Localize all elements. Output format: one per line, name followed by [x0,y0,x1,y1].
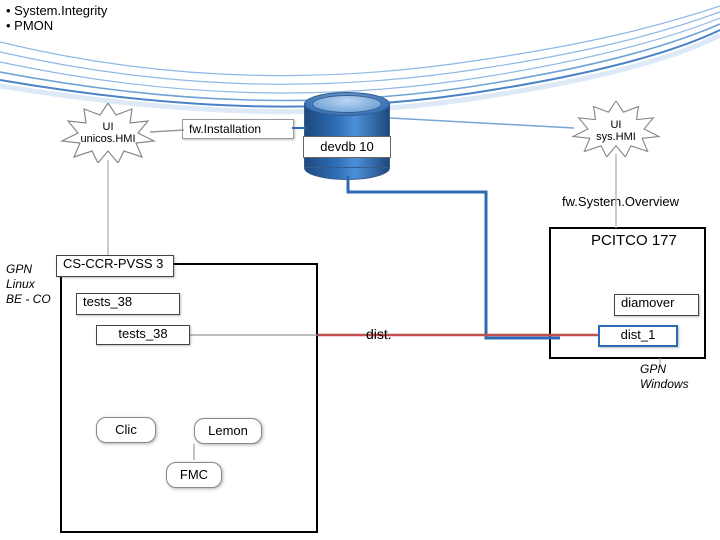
fw-installation-label: fw.Installation [189,122,261,136]
gpn-windows-label: GPN Windows [640,362,689,392]
dist-1-box: dist_1 [598,325,678,347]
diamover-box: diamover [614,294,699,316]
star-right-label: UI sys.HMI [596,101,636,143]
node-lemon: Lemon [194,418,262,444]
bullets-list: • System.Integrity • PMON [0,0,164,46]
fw-system-overview-label: fw.System.Overview [562,194,679,209]
db-cylinder [304,92,390,176]
star-left-label: UI unicos.HMI [80,103,135,145]
cs-ccr-pvss3-box: CS-CCR-PVSS 3 [56,255,174,277]
dist-label: dist. [366,326,392,342]
tests-38-outer: tests_38 [76,293,180,315]
gpn-linux-label: GPN Linux BE - CO [6,262,51,307]
tests-38-inner: tests_38 [96,325,190,345]
db-cylinder-label: devdb 10 [303,136,391,158]
pcitco-title: PCITCO 177 [591,232,677,249]
node-fmc: FMC [166,462,222,488]
star-ui-unicos-hmi: UI unicos.HMI [58,103,158,163]
star-ui-sys-hmi: UI sys.HMI [568,101,664,157]
node-clic: Clic [96,417,156,443]
fw-installation-box: fw.Installation [182,119,294,139]
